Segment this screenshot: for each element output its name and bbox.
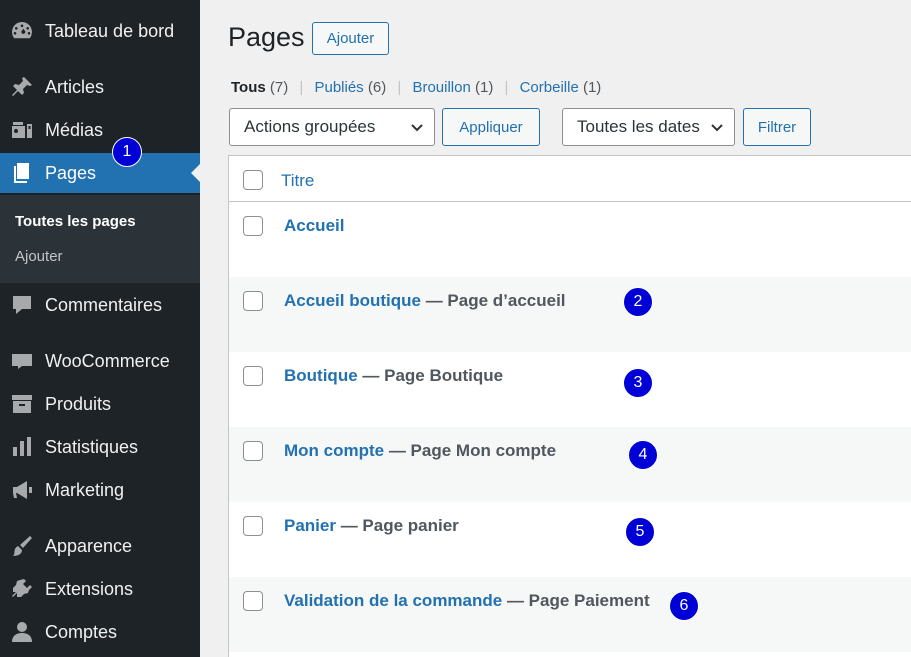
submenu-add-page[interactable]: Ajouter — [15, 248, 63, 265]
filter-trash[interactable]: Corbeille — [520, 79, 579, 96]
page-state: — Page panier — [335, 516, 459, 535]
table-row: Accueil — [229, 202, 911, 277]
row-checkbox[interactable] — [243, 216, 263, 236]
annotation-badge: 4 — [628, 440, 658, 470]
dates-select[interactable]: Toutes les dates — [562, 108, 735, 146]
menu-item-users[interactable]: Comptes — [0, 612, 200, 652]
table-row: Boutique — Page Boutique — [229, 352, 911, 427]
page-state: — Page Mon compte — [384, 441, 557, 460]
bulk-actions-select[interactable]: Actions groupées — [229, 108, 435, 146]
user-icon — [10, 620, 34, 644]
table-row: Mon compte — Page Mon compte — [229, 427, 911, 502]
annotation-badge: 5 — [625, 517, 655, 547]
media-icon — [10, 118, 34, 142]
menu-item-label: Statistiques — [45, 436, 139, 457]
table-row: Accueil boutique — Page d’accueil — [229, 277, 911, 352]
table-row: Validation de la commande — Page Paiemen… — [229, 577, 911, 652]
row-checkbox[interactable] — [243, 366, 263, 386]
menu-item-label: Médias — [45, 119, 104, 140]
pages-table: Titre Accueil Accueil boutique — Page d’… — [228, 155, 911, 657]
menu-item-plugins[interactable]: Extensions — [0, 569, 200, 609]
menu-item-label: Commentaires — [45, 294, 163, 315]
filter-button[interactable]: Filtrer — [743, 108, 811, 146]
menu-item-label: Extensions — [45, 578, 134, 599]
filter-published-count: (6) — [367, 79, 387, 96]
menu-item-pages[interactable]: Pages — [0, 153, 200, 193]
table-row: Panier — Page panier — [229, 502, 911, 577]
page-title-link[interactable]: Accueil — [284, 216, 344, 235]
megaphone-icon — [10, 478, 34, 502]
menu-item-label: Marketing — [45, 479, 125, 500]
menu-item-label: Articles — [45, 76, 105, 97]
row-checkbox[interactable] — [243, 441, 263, 461]
dashboard-icon — [10, 19, 34, 43]
menu-item-label: Comptes — [45, 621, 118, 642]
menu-item-label: WooCommerce — [45, 350, 170, 371]
bulk-actions-value: Actions groupées — [244, 117, 376, 136]
page-title-link[interactable]: Boutique — [284, 366, 358, 385]
filter-published[interactable]: Publiés — [314, 79, 363, 96]
status-filters: Tous (7) | Publiés (6) | Brouillon (1) |… — [231, 79, 601, 96]
annotation-badge: 3 — [623, 368, 653, 398]
menu-item-woocommerce[interactable]: WooCommerce — [0, 341, 200, 381]
menu-item-statistics[interactable]: Statistiques — [0, 427, 200, 467]
filter-all-count: (7) — [269, 79, 289, 96]
menu-item-marketing[interactable]: Marketing — [0, 470, 200, 510]
page-state: — Page Boutique — [357, 366, 504, 385]
annotation-badge: 2 — [623, 287, 653, 317]
pin-icon — [10, 75, 34, 99]
page-title-link[interactable]: Validation de la commande — [284, 591, 502, 610]
admin-sidebar: Tableau de bord Articles Médias Pages To… — [0, 0, 200, 657]
plugin-icon — [10, 577, 34, 601]
page-state: — Page d’accueil — [420, 291, 566, 310]
chevron-down-icon — [711, 124, 723, 132]
pages-icon — [10, 161, 34, 185]
filter-trash-count: (1) — [582, 79, 602, 96]
menu-item-appearance[interactable]: Apparence — [0, 526, 200, 566]
separator: | — [299, 79, 304, 96]
menu-item-products[interactable]: Produits — [0, 384, 200, 424]
select-all-checkbox[interactable] — [243, 170, 263, 190]
row-checkbox[interactable] — [243, 516, 263, 536]
filter-draft[interactable]: Brouillon — [412, 79, 470, 96]
bar-chart-icon — [10, 435, 34, 459]
menu-item-label: Tableau de bord — [45, 20, 175, 41]
page-title: Pages — [228, 22, 305, 52]
menu-item-label: Produits — [45, 393, 112, 414]
submenu-all-pages[interactable]: Toutes les pages — [15, 213, 136, 230]
column-title-header[interactable]: Titre — [281, 171, 314, 191]
apply-button[interactable]: Appliquer — [442, 108, 540, 146]
page-title-link[interactable]: Mon compte — [284, 441, 384, 460]
chevron-down-icon — [411, 124, 423, 132]
annotation-badge: 6 — [669, 591, 699, 621]
menu-item-label: Apparence — [45, 535, 133, 556]
separator: | — [397, 79, 402, 96]
menu-item-comments[interactable]: Commentaires — [0, 285, 200, 325]
separator: | — [504, 79, 509, 96]
annotation-badge: 1 — [112, 137, 142, 167]
menu-item-label: Pages — [45, 162, 97, 183]
brush-icon — [10, 534, 34, 558]
archive-icon — [10, 392, 34, 416]
filter-all[interactable]: Tous — [231, 79, 266, 96]
add-page-button[interactable]: Ajouter — [312, 22, 389, 55]
filter-draft-count: (1) — [475, 79, 494, 96]
pages-submenu: Toutes les pages Ajouter — [0, 195, 200, 283]
row-checkbox[interactable] — [243, 591, 263, 611]
row-checkbox[interactable] — [243, 291, 263, 311]
menu-item-articles[interactable]: Articles — [0, 67, 200, 107]
dates-value: Toutes les dates — [577, 117, 700, 136]
menu-item-media[interactable]: Médias — [0, 110, 200, 150]
comment-icon — [10, 293, 34, 317]
page-title-link[interactable]: Panier — [284, 516, 336, 535]
table-header: Titre — [229, 156, 911, 202]
page-title-link[interactable]: Accueil boutique — [284, 291, 421, 310]
woocommerce-icon — [10, 349, 34, 373]
menu-item-dashboard[interactable]: Tableau de bord — [0, 11, 200, 51]
page-state: — Page Paiement — [502, 591, 650, 610]
